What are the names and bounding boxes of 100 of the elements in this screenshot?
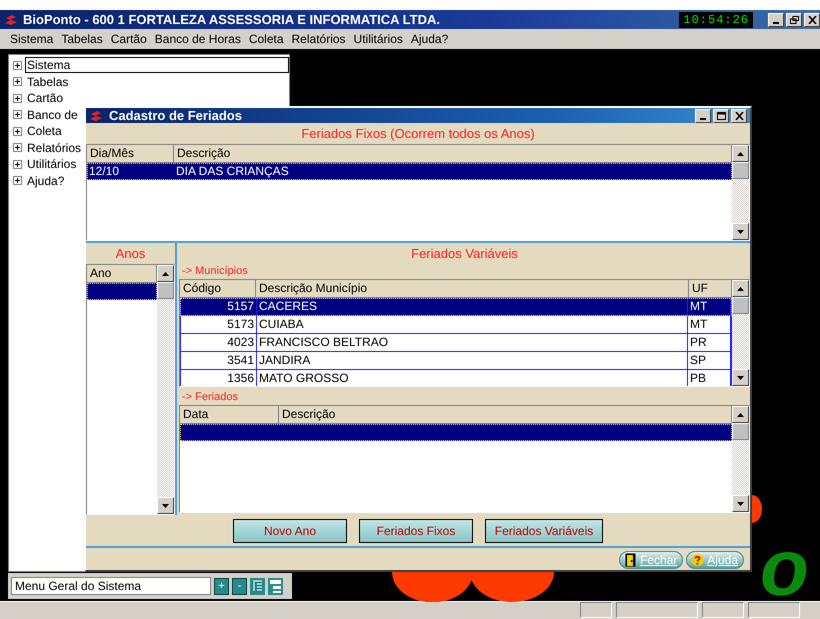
expand-icon[interactable]	[13, 60, 22, 70]
scroll-up-button[interactable]	[732, 145, 749, 162]
action-button[interactable]: Feriados Fixos	[359, 518, 473, 542]
minimize-button[interactable]	[695, 108, 711, 122]
table-cell: 3541	[181, 352, 257, 369]
logo-text: o	[760, 528, 810, 608]
minimize-icon	[773, 22, 779, 24]
close-button[interactable]	[804, 12, 820, 26]
tree-item[interactable]: Ajuda?	[25, 172, 66, 189]
expand-tree-icon[interactable]	[268, 578, 283, 594]
section-heading: Feriados Fixos (Ocorrem todos os Anos)	[301, 126, 535, 141]
expand-icon[interactable]	[13, 176, 22, 186]
table-cell: SP	[688, 352, 731, 369]
scroll-up-button[interactable]	[157, 265, 174, 282]
expand-icon[interactable]	[13, 110, 22, 120]
table-cell: CACERES	[257, 298, 688, 315]
clock: 10:54:26	[679, 12, 753, 28]
window-title: BioPonto - 600 1 FORTALEZA ASSESSORIA E INFORMATICA LTDA.	[23, 12, 441, 27]
minimize-button[interactable]	[768, 12, 784, 26]
tree-item[interactable]: Sistema	[25, 57, 289, 74]
down-arrow-icon	[737, 376, 744, 380]
restore-icon	[790, 16, 798, 24]
table-cell: JANDIRA	[257, 352, 688, 369]
table-cell: PR	[688, 334, 731, 351]
table-row[interactable]: 3541 JANDIRA SP	[180, 352, 732, 370]
table-row[interactable]: 5157 CACERES MT	[180, 298, 732, 316]
expand-icon[interactable]	[13, 94, 22, 103]
tree-item[interactable]: Coleta	[25, 123, 64, 140]
table-row[interactable]: 5173 CUIABA MT	[180, 316, 732, 334]
expand-icon[interactable]	[13, 126, 22, 136]
scrollbar[interactable]	[732, 406, 749, 512]
down-arrow-icon	[162, 504, 169, 508]
tree-button[interactable]: +	[214, 578, 229, 594]
maximize-icon	[716, 112, 726, 120]
table-cell-text: DIA DAS CRIANÇAS	[175, 163, 290, 180]
table-cell: CUIABA	[257, 316, 688, 333]
table-cell-text: 12/10	[88, 163, 120, 180]
tree-item[interactable]: Utilitários	[25, 156, 78, 172]
tree-item[interactable]: Tabelas	[25, 74, 70, 90]
menu-item[interactable]: Ajuda?	[406, 32, 452, 46]
scroll-down-button[interactable]	[732, 223, 749, 240]
menu-item[interactable]: Coleta	[244, 32, 288, 46]
table-cell: MT	[688, 298, 731, 315]
group-label: -> Feriados	[182, 391, 238, 403]
tree-button[interactable]: -	[232, 578, 247, 594]
expand-icon[interactable]	[13, 143, 22, 152]
close-icon	[808, 16, 816, 24]
table-row[interactable]	[87, 283, 157, 300]
table-row[interactable]: 4023 FRANCISCO BELTRAO PR	[180, 334, 732, 352]
table-cell: MT	[688, 316, 731, 333]
action-button[interactable]: Feriados Variáveis	[485, 518, 603, 542]
help-icon	[691, 553, 704, 567]
scroll-down-button[interactable]	[157, 497, 174, 514]
table-cell: FRANCISCO BELTRAO	[257, 334, 688, 351]
scroll-thumb[interactable]	[732, 162, 749, 179]
scrollbar[interactable]	[732, 280, 749, 386]
action-button[interactable]: Novo Ano	[233, 518, 347, 542]
menu-item[interactable]: Sistema	[6, 32, 58, 46]
up-arrow-icon	[737, 152, 744, 156]
scroll-thumb[interactable]	[732, 297, 749, 314]
menu-item[interactable]: Cartão	[106, 32, 151, 46]
logo-fragment-drawing	[752, 495, 762, 523]
table-cell: 5173	[181, 316, 257, 333]
expand-icon[interactable]	[13, 77, 22, 86]
table-row[interactable]: 1356 MATO GROSSO PB	[180, 370, 732, 386]
close-icon	[734, 112, 744, 120]
menu-item[interactable]: Banco de Horas	[150, 32, 245, 46]
table-cell: PB	[688, 370, 731, 386]
up-arrow-icon	[162, 272, 169, 276]
restore-button[interactable]	[786, 12, 802, 26]
dialog-title: Cadastro de Feriados	[109, 108, 243, 123]
menu-item[interactable]: Utilitários	[350, 32, 407, 46]
menu-item[interactable]: Relatórios	[288, 32, 350, 46]
collapse-tree-icon[interactable]	[250, 578, 265, 594]
scroll-down-button[interactable]	[732, 495, 749, 512]
scroll-up-button[interactable]	[732, 406, 749, 423]
up-arrow-icon	[737, 286, 744, 290]
scroll-up-button[interactable]	[732, 280, 749, 297]
group-label: -> Municípios	[182, 265, 248, 277]
section-heading: Anos	[116, 246, 146, 261]
down-arrow-icon	[737, 502, 744, 506]
minimize-icon	[700, 118, 706, 120]
scroll-down-button[interactable]	[732, 369, 749, 386]
section-heading: Feriados Variáveis	[411, 246, 518, 261]
tree-item[interactable]: Cartão	[25, 90, 66, 106]
expand-icon[interactable]	[13, 160, 22, 169]
table-row[interactable]	[180, 424, 732, 441]
door-icon	[624, 553, 637, 567]
tree-item[interactable]: Banco de	[25, 106, 80, 123]
scroll-thumb[interactable]	[157, 282, 174, 299]
tree-item[interactable]: Relatórios	[25, 140, 84, 156]
scrollbar[interactable]	[157, 265, 174, 514]
text-field[interactable]: Menu Geral do Sistema	[11, 577, 211, 595]
table-row[interactable]: 12/10 DIA DAS CRIANÇAS	[87, 163, 732, 180]
menu-item[interactable]: Tabelas	[57, 32, 107, 46]
close-button[interactable]	[731, 108, 747, 122]
up-arrow-icon	[737, 412, 744, 416]
scrollbar[interactable]	[732, 145, 749, 240]
scroll-thumb[interactable]	[732, 423, 749, 440]
maximize-button[interactable]	[713, 108, 729, 122]
